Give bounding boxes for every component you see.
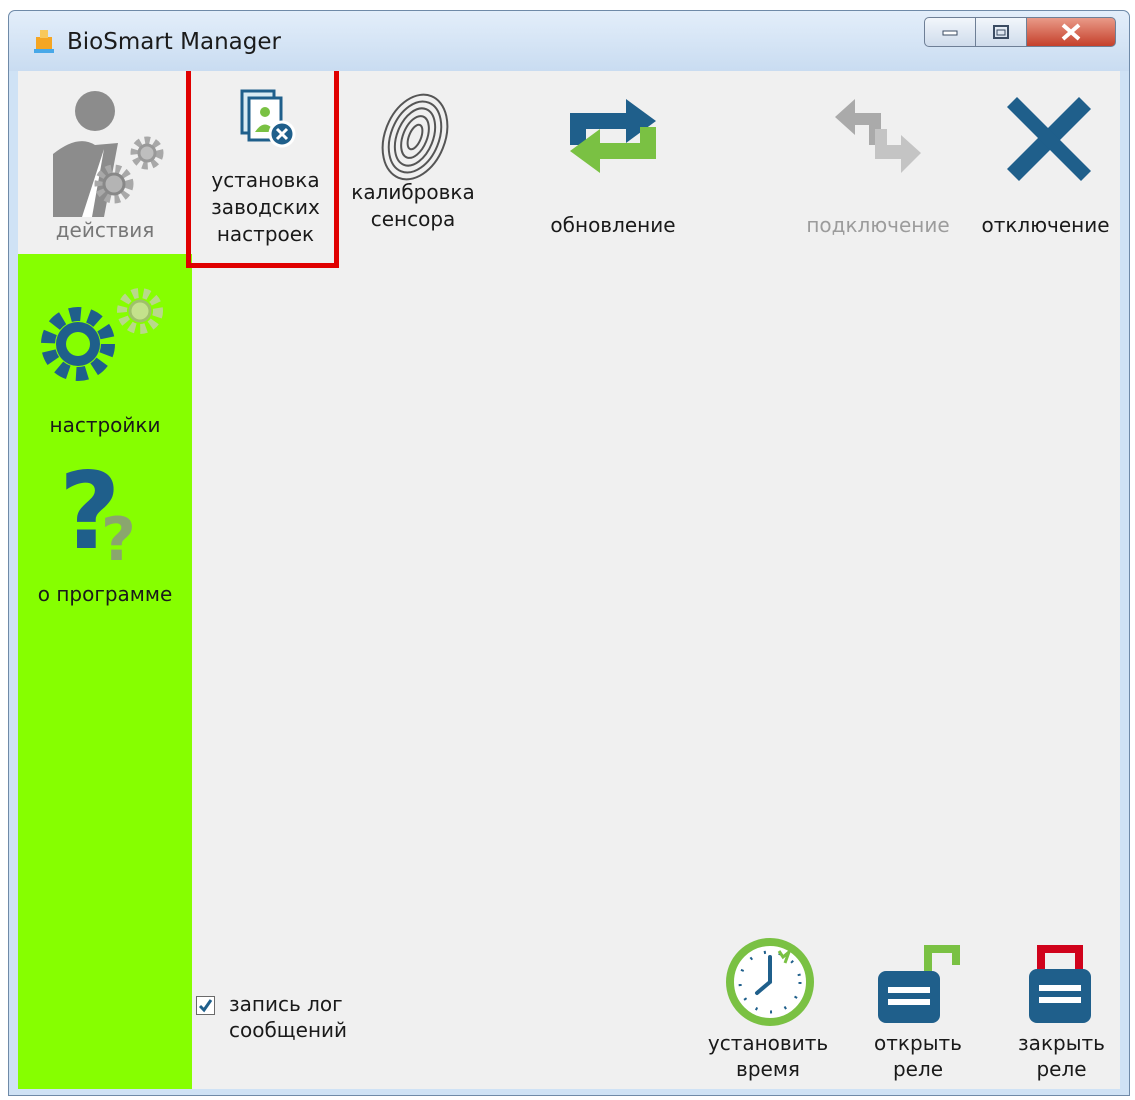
open-relay-button[interactable]: открыть реле bbox=[858, 931, 978, 1089]
sidebar-item-settings-label: настройки bbox=[49, 413, 161, 437]
user-gears-icon bbox=[53, 91, 164, 217]
update-label: обновление bbox=[550, 213, 676, 237]
close-relay-label-1: закрыть bbox=[1018, 1031, 1105, 1055]
calibrate-label-1: калибровка bbox=[351, 180, 475, 204]
minimize-button[interactable] bbox=[924, 17, 976, 47]
app-window: BioSmart Manager действия настройки ? ? … bbox=[8, 10, 1130, 1096]
open-relay-label-2: реле bbox=[892, 1057, 944, 1081]
svg-text:?: ? bbox=[59, 450, 121, 567]
close-relay-label-2: реле bbox=[1036, 1057, 1087, 1081]
sidebar: действия настройки ? ? о программе bbox=[18, 71, 192, 1089]
disconnect-label: отключение bbox=[981, 213, 1110, 237]
set-time-button[interactable]: установить время bbox=[703, 931, 833, 1089]
log-checkbox[interactable] bbox=[196, 996, 215, 1015]
highlight-box bbox=[186, 71, 339, 268]
sidebar-item-about-label: о программе bbox=[37, 582, 173, 606]
close-relay-button[interactable]: закрыть реле bbox=[1003, 931, 1120, 1089]
toolbar-update-button[interactable]: обновление bbox=[538, 71, 688, 251]
sidebar-item-actions-label: действия bbox=[55, 218, 155, 242]
close-button[interactable] bbox=[1026, 17, 1116, 47]
sidebar-green-panel: настройки ? ? о программе bbox=[18, 254, 192, 1089]
maximize-button[interactable] bbox=[975, 17, 1027, 47]
minimize-icon bbox=[942, 30, 958, 36]
log-label-1: запись лог bbox=[229, 992, 343, 1016]
lock-icon bbox=[1029, 945, 1091, 1023]
sidebar-item-about[interactable]: ? ? о программе bbox=[18, 450, 192, 634]
calibrate-label-2: сенсора bbox=[370, 207, 456, 231]
close-icon bbox=[1061, 23, 1081, 41]
clock-icon bbox=[726, 938, 814, 1026]
toolbar-connect-button: подключение bbox=[793, 71, 963, 251]
open-relay-label-1: открыть bbox=[874, 1031, 962, 1055]
title-bar[interactable]: BioSmart Manager bbox=[9, 11, 1129, 71]
set-time-label-1: установить bbox=[707, 1031, 829, 1055]
app-icon bbox=[34, 30, 54, 53]
question-icon: ? ? bbox=[59, 450, 136, 567]
fingerprint-icon bbox=[381, 93, 449, 181]
sidebar-item-actions[interactable]: действия bbox=[18, 71, 192, 254]
toolbar-disconnect-button[interactable]: отключение bbox=[973, 71, 1118, 251]
client-area: действия настройки ? ? о программе устан… bbox=[18, 71, 1120, 1089]
log-label-2: сообщений bbox=[229, 1018, 348, 1042]
gear-icon bbox=[41, 288, 163, 381]
check-icon bbox=[198, 999, 213, 1013]
connect-label: подключение bbox=[806, 213, 950, 237]
toolbar-calibrate-button[interactable]: калибровка сенсора bbox=[348, 71, 478, 251]
maximize-icon bbox=[993, 25, 1009, 39]
window-title: BioSmart Manager bbox=[67, 29, 281, 55]
connect-icon bbox=[835, 99, 921, 173]
sidebar-item-settings[interactable]: настройки bbox=[18, 254, 192, 437]
unlock-icon bbox=[878, 945, 960, 1023]
refresh-icon bbox=[570, 99, 656, 173]
disconnect-icon bbox=[1007, 97, 1091, 181]
set-time-label-2: время bbox=[736, 1057, 800, 1081]
